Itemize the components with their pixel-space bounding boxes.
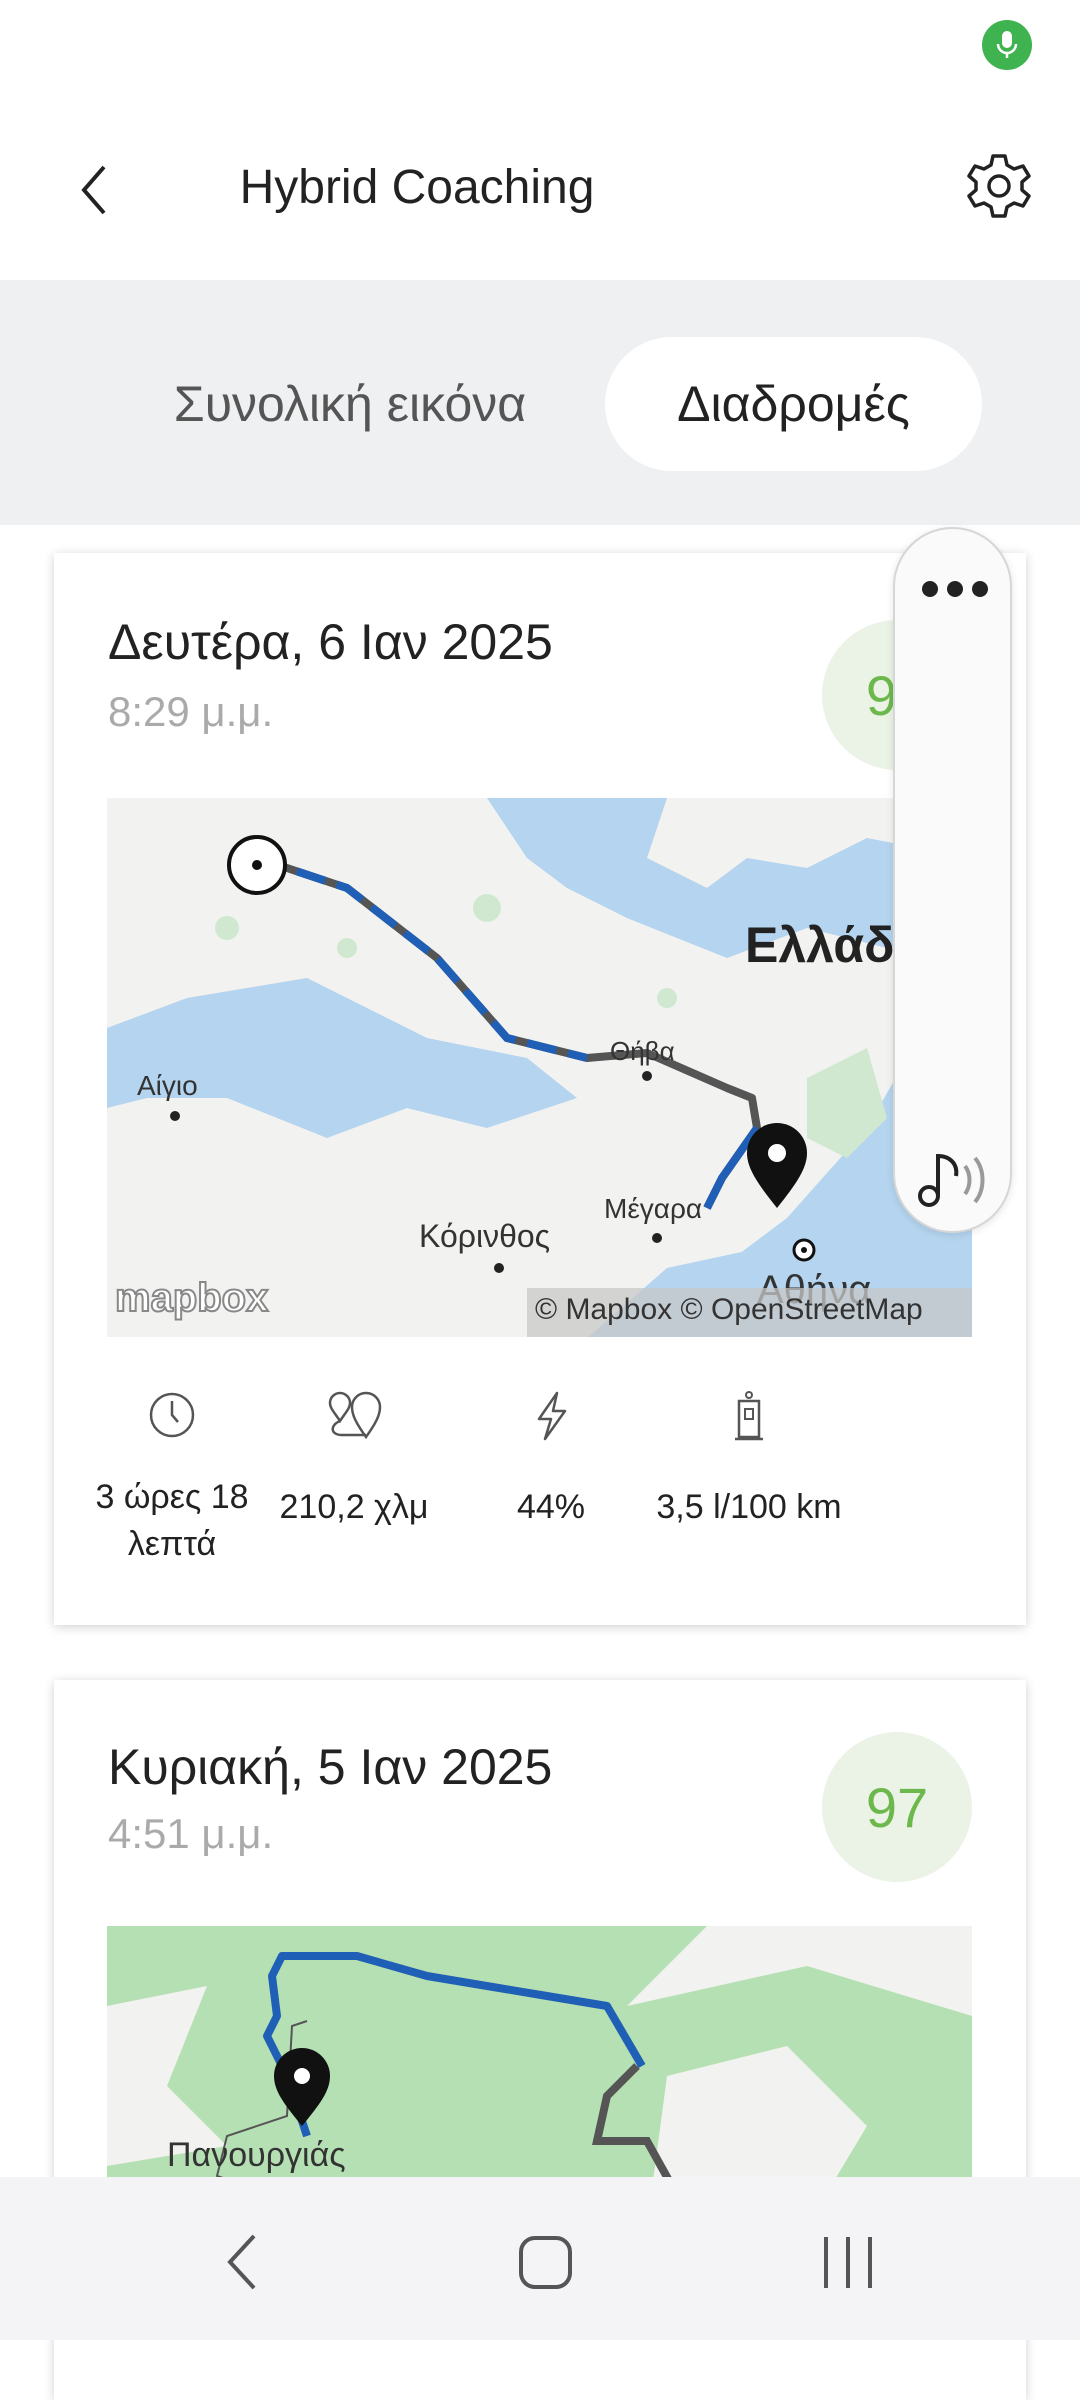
settings-button[interactable] xyxy=(963,150,1035,222)
more-dots-icon xyxy=(922,581,988,597)
stat-ev-ratio: 44% xyxy=(451,1391,651,1531)
stat-duration: 3 ώρες 18 λεπτά xyxy=(72,1391,272,1568)
page-title: Hybrid Coaching xyxy=(239,161,595,214)
nav-recents-button[interactable] xyxy=(820,2235,876,2290)
tab-overview[interactable]: Συνολική εικόνα xyxy=(130,337,570,471)
tab-bar: Συνολική εικόνα Διαδρομές xyxy=(0,280,1080,525)
clock-icon xyxy=(149,1392,195,1438)
trip-time: 8:29 μ.μ. xyxy=(108,688,274,735)
stat-distance: 210,2 χλμ xyxy=(254,1391,454,1531)
trip-date: Δευτέρα, 6 Ιαν 2025 xyxy=(108,614,553,670)
recents-icon xyxy=(824,2237,872,2288)
route-pins-icon xyxy=(328,1391,382,1440)
map-label-city: Αίγιο xyxy=(137,1070,198,1101)
gear-icon xyxy=(967,154,1031,218)
music-sound-button[interactable] xyxy=(915,1144,995,1214)
stat-consumption: 3,5 l/100 km xyxy=(644,1391,854,1531)
trip-time: 4:51 μ.μ. xyxy=(108,1810,274,1857)
map-attribution[interactable]: © Mapbox © OpenStreetMap xyxy=(527,1288,972,1337)
more-options-button[interactable] xyxy=(920,579,990,609)
map-label-place: Πανουργιάς xyxy=(167,2136,346,2174)
map-label-city: Μέγαρα xyxy=(604,1193,703,1224)
music-note-sound-icon xyxy=(918,1153,985,1207)
mapbox-logo: mapbox xyxy=(114,1275,269,1321)
microphone-icon xyxy=(982,20,1032,70)
trip-date: Κυριακή, 5 Ιαν 2025 xyxy=(108,1739,553,1795)
system-nav-bar xyxy=(0,2177,1080,2340)
trip-card[interactable]: Δευτέρα, 6 Ιαν 2025 8:29 μ.μ. 97 Ελλάδα … xyxy=(54,553,1026,1625)
trip-stats: 3 ώρες 18 λεπτά 210,2 χλμ 44% 3,5 l/100 … xyxy=(54,1391,1026,1571)
app-header: Hybrid Coaching xyxy=(0,100,1080,280)
fuel-pump-icon xyxy=(735,1391,763,1441)
map-label-city: Κόρινθος xyxy=(419,1218,551,1254)
lightning-icon xyxy=(537,1391,567,1441)
trip-score: 97 xyxy=(822,1732,972,1882)
floating-assistant-panel xyxy=(893,527,1012,1233)
route-map[interactable]: Ελλάδα Θήβα Αίγιο Κόρινθος Μέγαρα Αθήνα … xyxy=(107,798,972,1337)
nav-back-button[interactable] xyxy=(218,2232,268,2292)
nav-home-button[interactable] xyxy=(518,2235,573,2290)
tab-routes[interactable]: Διαδρομές xyxy=(605,337,982,471)
status-bar xyxy=(0,0,1080,100)
map-label-city: Θήβα xyxy=(610,1036,675,1066)
back-icon xyxy=(227,2234,256,2290)
home-icon xyxy=(519,2236,572,2289)
